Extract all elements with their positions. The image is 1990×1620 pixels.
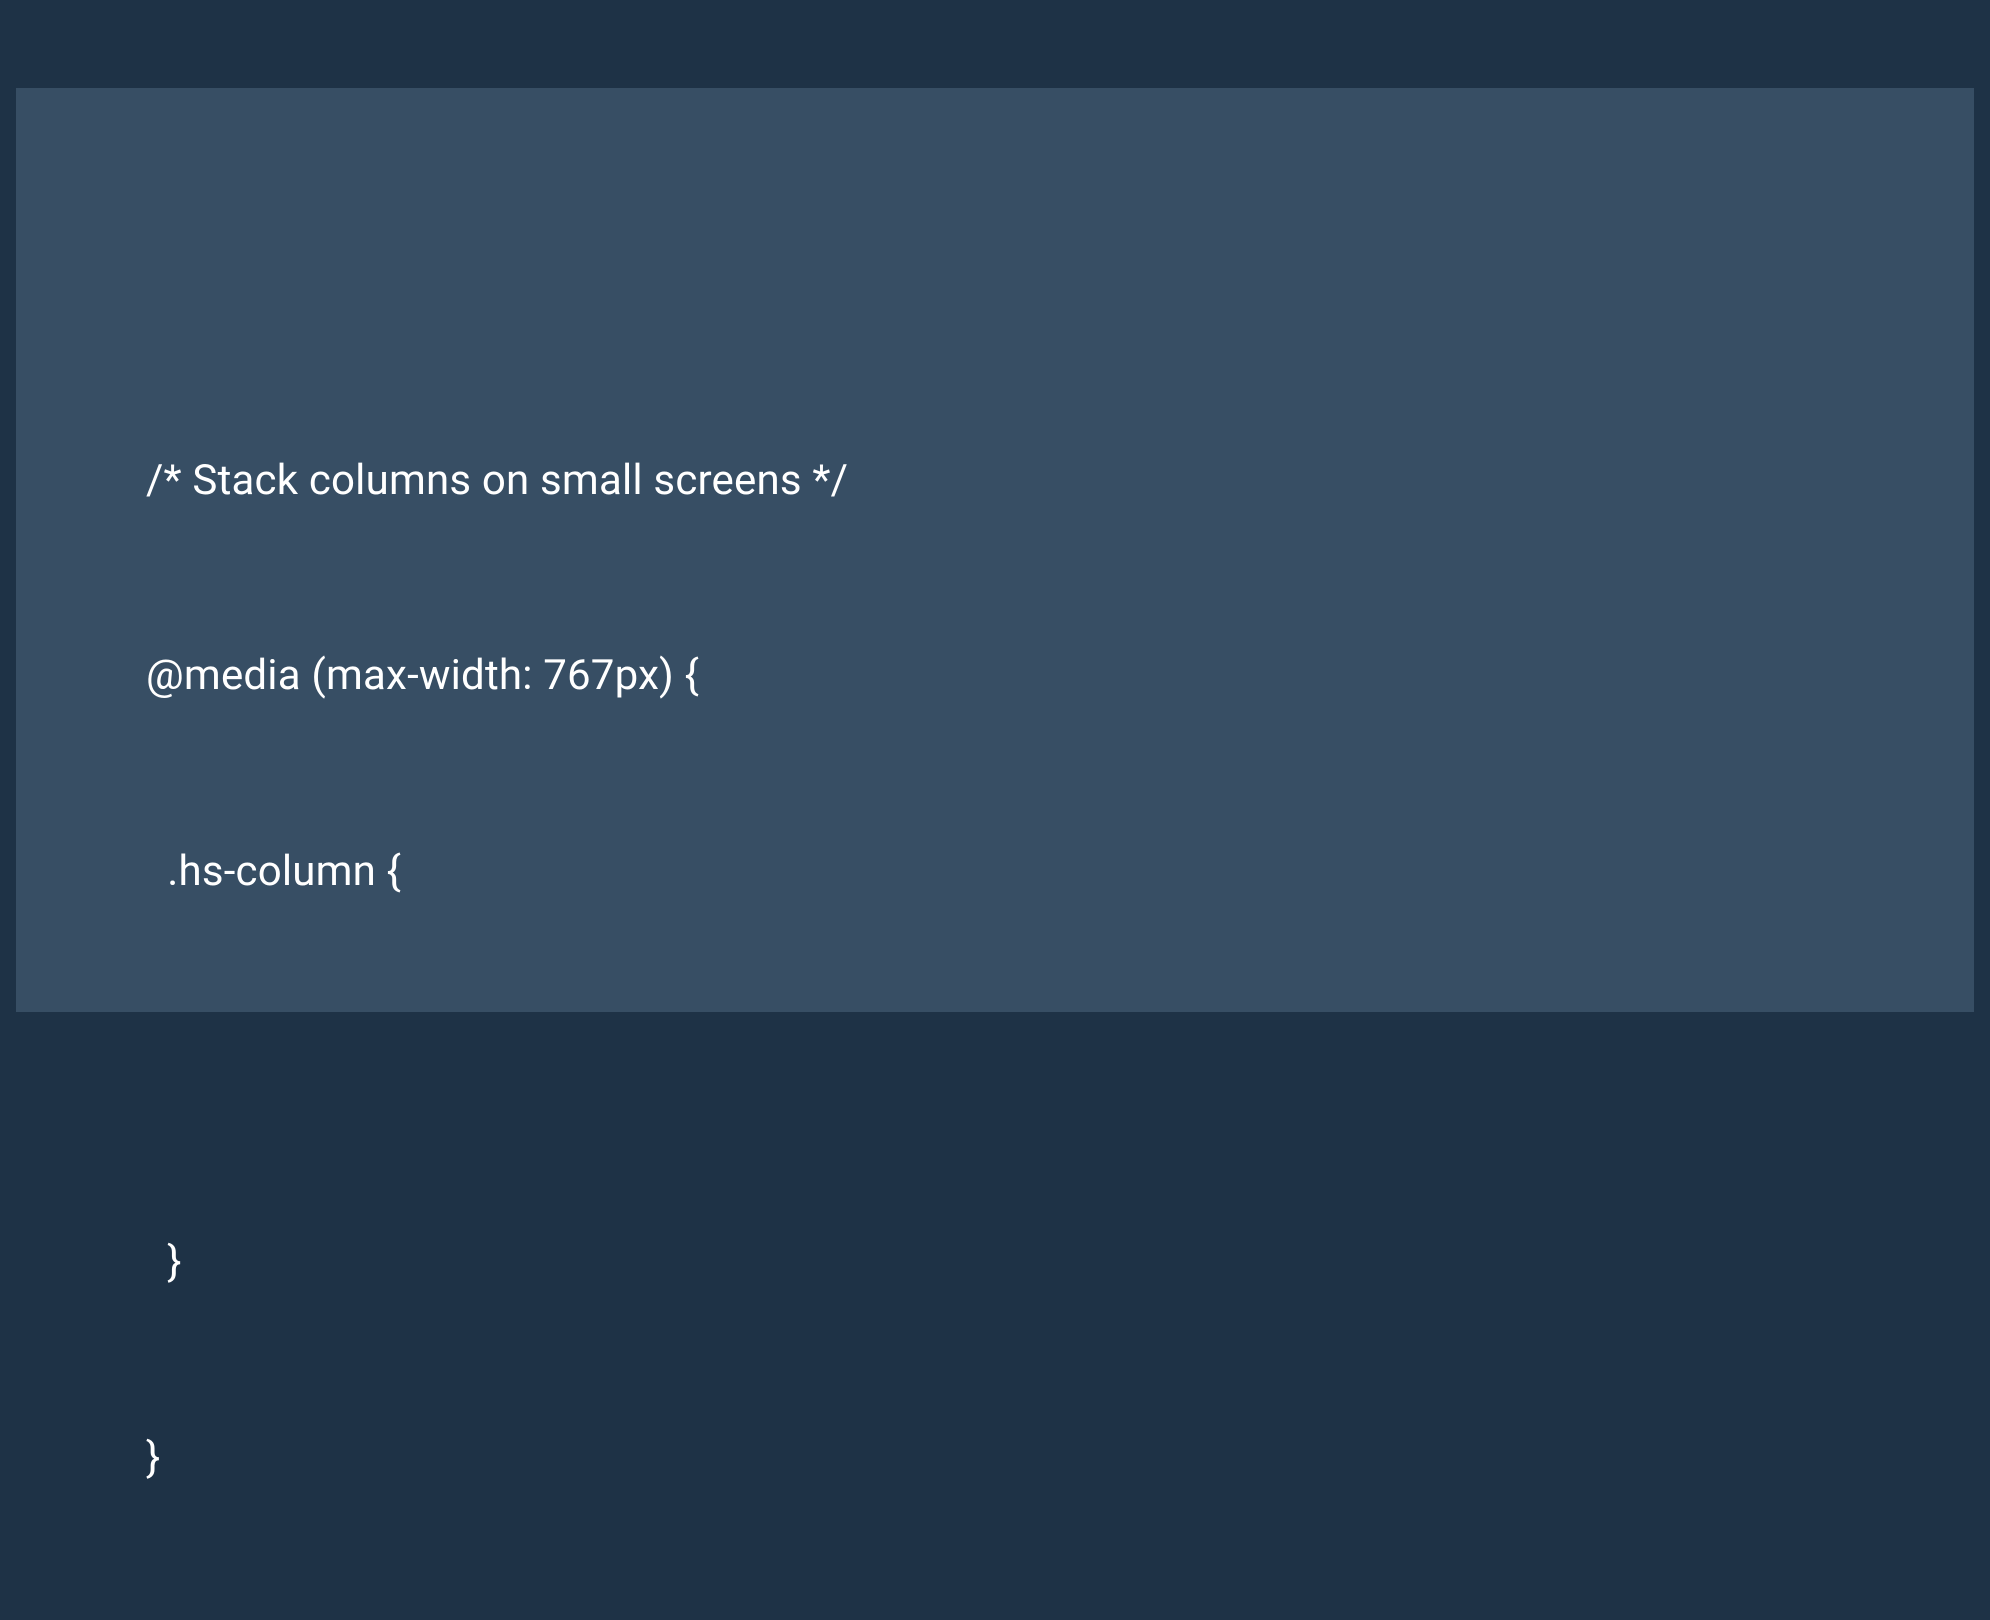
code-line-5: } [146, 1229, 1974, 1294]
code-line-1: /* Stack columns on small screens */ [146, 448, 1974, 513]
bottom-bar [0, 1012, 1990, 1100]
code-line-6: } [146, 1425, 1974, 1490]
code-block: /* Stack columns on small screens */ @me… [146, 318, 1974, 1620]
code-panel: /* Stack columns on small screens */ @me… [16, 88, 1974, 1012]
top-bar [0, 0, 1990, 88]
code-line-3: .hs-column { [146, 839, 1974, 904]
code-line-2: @media (max-width: 767px) { [146, 643, 1974, 708]
